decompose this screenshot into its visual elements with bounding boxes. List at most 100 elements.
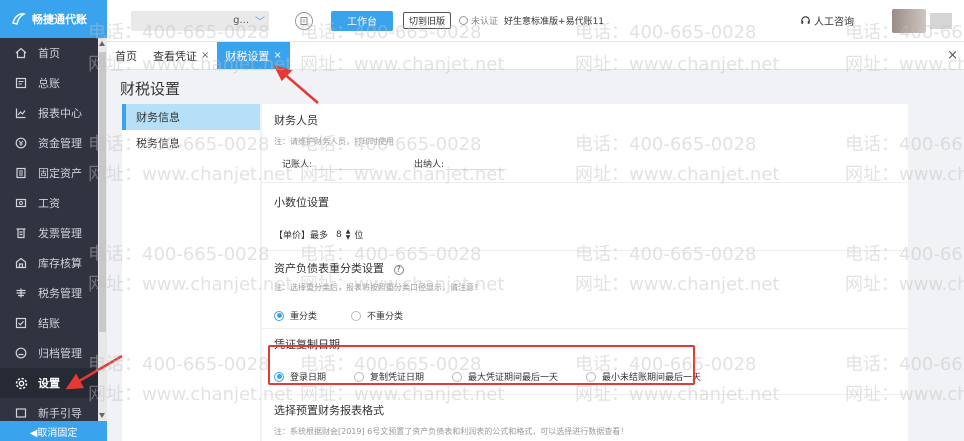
divider — [262, 182, 908, 183]
unpin-button[interactable]: ◀取消固定 — [0, 421, 107, 441]
staff-fields: 记账人: 出纳人: — [274, 157, 507, 170]
option-reclassify[interactable]: 重分类 — [274, 309, 317, 322]
workbench-button[interactable]: 工作台 — [331, 10, 393, 31]
stepper-down-icon[interactable]: ▼ — [346, 234, 351, 241]
divider — [262, 394, 908, 395]
close-icon[interactable]: × — [201, 50, 209, 61]
chart-icon — [14, 106, 28, 120]
section-title: 选择预置财务报表格式 — [274, 404, 384, 417]
finance-staff-section: 财务人员 注：请维护财务人员，打印时使用 记账人: 出纳人: — [274, 112, 507, 170]
logo-text: 畅捷通代账 — [32, 13, 87, 26]
ledger-icon — [14, 76, 28, 90]
tab-label: 首页 — [115, 49, 137, 63]
scrollbar-thumb[interactable] — [99, 52, 106, 332]
section-note: 注：请维护财务人员，打印时使用 — [274, 137, 394, 146]
arrow-to-tab — [273, 65, 319, 104]
reclassify-options: 重分类 不重分类 — [274, 309, 482, 322]
sidebar-item-label: 税务管理 — [38, 287, 82, 300]
sidebar-item-inventory[interactable]: 库存核算 — [0, 248, 107, 278]
decimal-row: 【单价】最多 8 ▲ ▼ 位 — [274, 228, 363, 241]
sidebar-item-tax[interactable]: 税务管理 — [0, 278, 107, 308]
tax-icon — [14, 286, 28, 300]
page-title: 财税设置 — [120, 80, 181, 98]
section-title: 小数位设置 — [274, 196, 329, 209]
option-label: 不重分类 — [367, 312, 404, 322]
bookkeeper-label: 记账人: — [282, 160, 313, 170]
page-tabs: 首页 查看凭证 × 财税设置 × × — [107, 42, 964, 70]
sidebar-item-invoices[interactable]: 发票管理 — [0, 218, 107, 248]
user-menu[interactable] — [930, 12, 952, 29]
settings-subnav: 财务信息 税务信息 — [122, 104, 260, 441]
decimal-suffix: 位 — [354, 231, 364, 241]
support-button[interactable]: 人工咨询 — [800, 13, 854, 28]
sidebar-item-label: 资金管理 — [38, 137, 82, 150]
inventory-icon — [14, 256, 28, 270]
invoice-icon — [14, 226, 28, 240]
avatar[interactable] — [892, 8, 926, 33]
sidebar-item-fixed-assets[interactable]: 固定资产 — [0, 158, 107, 188]
sidebar-item-funds[interactable]: 资金管理 — [0, 128, 107, 158]
scroll-up-arrow-icon[interactable] — [99, 41, 105, 46]
sidebar-item-label: 首页 — [38, 47, 60, 60]
sidebar-item-label: 发票管理 — [38, 227, 82, 240]
archive-icon — [14, 346, 28, 360]
sidebar-item-label: 新手引导 — [38, 407, 82, 420]
bookkeeper-field[interactable] — [314, 157, 375, 170]
decimal-stepper[interactable]: ▲ ▼ — [346, 228, 351, 241]
sidebar-item-ledger[interactable]: 总账 — [0, 68, 107, 98]
sidebar-item-archive[interactable]: 归档管理 — [0, 338, 107, 368]
sidebar-scrollbar[interactable] — [98, 38, 107, 421]
sidebar-item-settings[interactable]: 设置 — [0, 368, 107, 398]
sidebar-item-label: 结账 — [38, 317, 60, 330]
sidebar-item-home[interactable]: 首页 — [0, 38, 107, 68]
document-icon[interactable] — [295, 11, 313, 30]
scroll-down-arrow-icon[interactable] — [99, 413, 105, 418]
section-title: 财务人员 — [274, 114, 318, 127]
switch-old-version-button[interactable]: 切到旧版 — [403, 12, 452, 29]
cashier-field[interactable] — [446, 157, 507, 170]
asset-icon — [14, 166, 28, 180]
sidebar-item-label: 工资 — [38, 197, 60, 210]
sidebar-item-checkout[interactable]: 结账 — [0, 308, 107, 338]
section-title: 资产负债表重分类设置 ? — [274, 260, 482, 276]
sidebar-nav: 首页 总账 报表中心 资金管理 固定资产 工资 发票管理 库存核算 税务管理 结… — [0, 38, 107, 428]
decimal-value[interactable]: 8 — [336, 230, 342, 240]
balance-sheet-section: 资产负债表重分类设置 ? 注：选择重分类后，报表将按照重分类口径显示，请注意！ … — [274, 260, 482, 322]
sidebar: 畅捷通代账 首页 总账 报表中心 资金管理 固定资产 工资 发票管理 库存核算 … — [0, 0, 107, 441]
close-all-tabs-icon[interactable]: × — [947, 48, 958, 63]
sidebar-item-label: 归档管理 — [38, 347, 82, 360]
help-icon[interactable]: ? — [393, 265, 404, 275]
account-name: 好生意标准版+易代账11 — [504, 17, 605, 27]
chevron-down-icon: ﹀ — [255, 17, 265, 28]
salary-icon — [14, 196, 28, 210]
subnav-finance-info[interactable]: 财务信息 — [122, 104, 260, 130]
unverified-icon — [459, 16, 469, 25]
sidebar-item-label: 设置 — [38, 377, 60, 390]
account-selector[interactable]: g... ﹀ — [131, 10, 269, 31]
sidebar-item-label: 固定资产 — [38, 167, 82, 180]
app-window: 畅捷通代账 首页 总账 报表中心 资金管理 固定资产 工资 发票管理 库存核算 … — [0, 0, 964, 441]
sidebar-item-reports[interactable]: 报表中心 — [0, 98, 107, 128]
sidebar-item-salary[interactable]: 工资 — [0, 188, 107, 218]
logo[interactable]: 畅捷通代账 — [0, 0, 107, 38]
option-no-reclassify[interactable]: 不重分类 — [351, 309, 403, 322]
right-gutter — [908, 104, 964, 441]
sidebar-item-label: 报表中心 — [38, 107, 82, 120]
radio-selected[interactable] — [274, 310, 284, 321]
guide-icon — [14, 406, 28, 420]
subnav-tax-info[interactable]: 税务信息 — [122, 130, 260, 156]
tab-home[interactable]: 首页 — [107, 42, 145, 69]
section-note: 注：系统根据财会[2019] 6号文预置了资产负债表和利润表的公式和格式，可以选… — [274, 427, 629, 436]
sidebar-item-label: 总账 — [38, 77, 60, 90]
top-bar: g... ﹀ 工作台 切到旧版 未认证 好生意标准版+易代账11 人工咨询 — [107, 0, 964, 42]
tab-finance-settings[interactable]: 财税设置 × — [217, 42, 290, 69]
divider — [262, 250, 908, 251]
account-selector-value: g... — [233, 15, 249, 26]
close-icon[interactable]: × — [273, 50, 281, 61]
report-format-section: 选择预置财务报表格式 注：系统根据财会[2019] 6号文预置了资产负债表和利润… — [274, 402, 628, 437]
auth-status[interactable]: 未认证 — [459, 14, 498, 27]
logo-icon — [12, 13, 26, 25]
highlight-box — [268, 345, 695, 385]
radio[interactable] — [351, 310, 362, 321]
tab-view-voucher[interactable]: 查看凭证 × — [145, 42, 217, 69]
